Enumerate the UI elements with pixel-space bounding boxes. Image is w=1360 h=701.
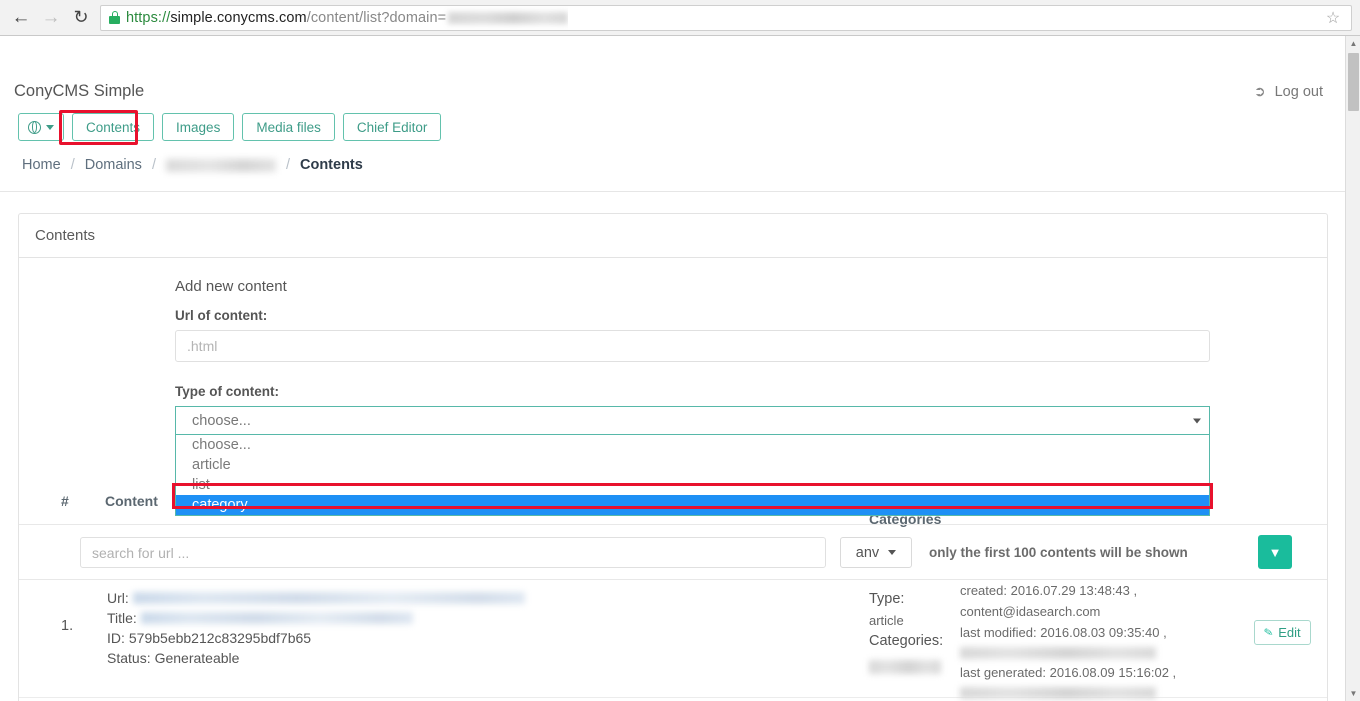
row-generated-label: last generated:: [960, 665, 1047, 680]
type-option-choose[interactable]: choose...: [176, 435, 1209, 455]
address-bar-url: https://simple.conycms.com/content/list?…: [126, 5, 569, 31]
row-generated-author-redacted: [960, 686, 1156, 699]
edit-button[interactable]: ✎ Edit: [1254, 620, 1311, 645]
row-content-cell: Url: Title: ID: 579b5ebb212c83295bdf7b65…: [107, 588, 525, 668]
url-scheme: https://: [126, 9, 171, 26]
row-created-value: 2016.07.29 13:48:43 ,: [1010, 583, 1138, 598]
page-scrollbar[interactable]: ▲ ▼: [1345, 36, 1360, 701]
url-host: simple.conycms.com: [170, 9, 307, 26]
page-viewport: ConyCMS Simple ➲ Log out Contents Images…: [0, 36, 1345, 701]
type-option-article[interactable]: article: [176, 455, 1209, 475]
breadcrumb-home[interactable]: Home: [22, 157, 61, 173]
forward-icon[interactable]: →: [36, 3, 66, 33]
filter-button[interactable]: ▼: [1258, 535, 1292, 569]
lock-icon: [109, 11, 120, 24]
filter-icon: ▼: [1268, 544, 1282, 560]
triangle-up-icon[interactable]: ▲: [1346, 36, 1360, 51]
row-type-cell: Type: article Categories:: [869, 589, 943, 681]
result-limit-note: only the first 100 contents will be show…: [929, 545, 1188, 560]
breadcrumb-separator: /: [70, 157, 75, 173]
row-created-label: created:: [960, 583, 1007, 598]
type-option-category[interactable]: category: [176, 495, 1209, 515]
row-categories-redacted: [869, 660, 941, 674]
url-input[interactable]: .html: [175, 330, 1210, 362]
nav-item-chief-editor[interactable]: Chief Editor: [342, 113, 442, 141]
scope-select-value: anv: [855, 544, 880, 561]
globe-icon: [28, 120, 41, 134]
row-index: 1.: [61, 618, 74, 634]
breadcrumb-separator: /: [285, 157, 290, 173]
breadcrumb: Home / Domains / / Contents: [22, 157, 363, 173]
chevron-down-icon: [888, 550, 897, 555]
url-path: /content/list?domain=: [306, 9, 447, 26]
column-header-num: #: [61, 493, 69, 509]
type-select-dropdown[interactable]: choose... article list category: [175, 435, 1210, 516]
nav-item-contents[interactable]: Contents: [72, 113, 155, 141]
table-row: 1. Url: Title: ID: 579b5ebb212c83295bdf7…: [19, 580, 1327, 701]
breadcrumb-domain-redacted[interactable]: [165, 158, 276, 172]
row-status-label: Status:: [107, 650, 151, 666]
type-select-wrapper: choose... choose... article list categor…: [172, 406, 1213, 516]
row-url-value-redacted[interactable]: [132, 592, 525, 604]
row-modified-label: last modified:: [960, 625, 1037, 640]
nav-item-images[interactable]: Images: [162, 113, 235, 141]
scope-select[interactable]: anv: [840, 537, 912, 568]
contents-panel: Contents Add new content Url of content:…: [18, 213, 1328, 701]
page-title: ConyCMS Simple: [14, 82, 145, 100]
table-filter-row: search for url ... anv only the first 10…: [19, 524, 1327, 580]
star-icon[interactable]: ☆: [1319, 5, 1347, 31]
pencil-icon: ✎: [1263, 626, 1275, 640]
chevron-down-icon: [46, 124, 54, 130]
triangle-down-icon[interactable]: ▼: [1346, 686, 1360, 701]
breadcrumb-domains[interactable]: Domains: [85, 157, 142, 173]
breadcrumb-separator: /: [151, 157, 156, 173]
type-select[interactable]: choose...: [175, 406, 1210, 435]
browser-toolbar: ← → ↻ https://simple.conycms.com/content…: [0, 0, 1360, 36]
back-icon[interactable]: ←: [6, 3, 36, 33]
add-content-form: Add new content Url of content: .html Ty…: [172, 278, 1213, 516]
address-bar[interactable]: https://simple.conycms.com/content/list?…: [100, 4, 1352, 31]
reload-icon[interactable]: ↻: [66, 3, 96, 33]
edit-button-label: Edit: [1278, 625, 1301, 640]
scrollbar-thumb[interactable]: [1348, 53, 1359, 111]
row-id-value: 579b5ebb212c83295bdf7b65: [128, 630, 312, 646]
url-field-label: Url of content:: [175, 308, 268, 323]
row-id-label: ID:: [107, 630, 125, 646]
type-field-label: Type of content:: [175, 384, 279, 399]
header-divider: [0, 191, 1345, 192]
type-select-value: choose...: [192, 412, 251, 429]
row-meta-cell: created: 2016.07.29 13:48:43 , content@i…: [960, 580, 1176, 701]
type-option-list[interactable]: list: [176, 475, 1209, 495]
row-status-value: Generateable: [154, 650, 240, 666]
chevron-down-icon: [1193, 418, 1201, 423]
row-created-author: content@idasearch.com: [960, 604, 1101, 619]
row-url-label: Url:: [107, 590, 129, 606]
panel-heading: Contents: [19, 214, 1327, 258]
domain-switcher-button[interactable]: [18, 113, 64, 141]
form-title: Add new content: [175, 278, 287, 295]
row-modified-value: 2016.08.03 09:35:40 ,: [1040, 625, 1167, 640]
main-nav: Contents Images Media files Chief Editor: [18, 113, 442, 141]
nav-item-media-files[interactable]: Media files: [242, 113, 335, 141]
row-modified-author-redacted: [960, 646, 1156, 659]
logout-label: Log out: [1274, 83, 1323, 100]
row-type-label: Type:: [869, 591, 905, 607]
url-redacted-value: [448, 11, 569, 24]
logout-button[interactable]: ➲ Log out: [1254, 83, 1323, 100]
row-title-label: Title:: [107, 610, 137, 626]
logout-icon: ➲: [1253, 83, 1266, 99]
breadcrumb-current: Contents: [300, 157, 363, 173]
row-title-value-redacted: [140, 612, 413, 624]
column-header-content: Content: [105, 493, 158, 509]
row-categories-label: Categories:: [869, 633, 944, 649]
row-type-value: article: [869, 613, 904, 628]
row-generated-value: 2016.08.09 15:16:02 ,: [1049, 665, 1177, 680]
search-input[interactable]: search for url ...: [80, 537, 826, 568]
contents-table: # Content Type Categories search for url…: [19, 493, 1327, 701]
